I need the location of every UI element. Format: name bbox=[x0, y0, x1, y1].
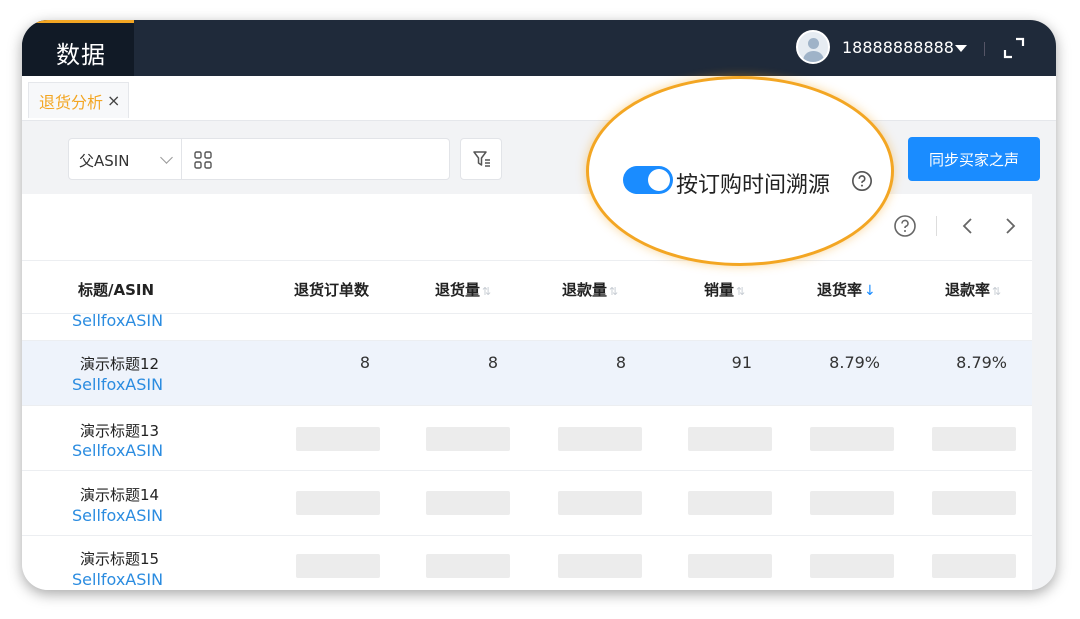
chevron-down-icon bbox=[160, 151, 173, 164]
header-label: 退货量 bbox=[435, 281, 481, 299]
user-phone[interactable]: 18888888888 bbox=[842, 38, 954, 57]
asin-link[interactable]: SellfoxASIN bbox=[72, 311, 163, 330]
loading-placeholder bbox=[296, 554, 380, 578]
close-icon[interactable]: × bbox=[107, 91, 120, 110]
logo-area[interactable]: 数据 bbox=[22, 20, 134, 76]
loading-placeholder bbox=[810, 427, 894, 451]
avatar[interactable] bbox=[796, 30, 830, 64]
search-input[interactable] bbox=[181, 138, 450, 180]
header-label: 退款量 bbox=[562, 281, 608, 299]
product-title: 演示标题12 bbox=[80, 355, 160, 373]
table-row[interactable]: 演示标题14 SellfoxASIN bbox=[22, 471, 1032, 536]
trace-by-order-time-toggle[interactable] bbox=[623, 166, 673, 194]
chevron-right-icon[interactable] bbox=[998, 214, 1022, 238]
avatar-body-shape bbox=[803, 51, 824, 62]
fullscreen-icon[interactable] bbox=[1002, 36, 1026, 60]
loading-placeholder bbox=[426, 554, 510, 578]
loading-placeholder bbox=[426, 427, 510, 451]
loading-placeholder bbox=[296, 491, 380, 515]
header-return-orders: 退货订单数 bbox=[294, 281, 370, 299]
cell-refund-rate: 8.79% bbox=[956, 353, 1007, 372]
header-return-rate[interactable]: 退货率 ↓ bbox=[817, 279, 876, 300]
asin-link[interactable]: SellfoxASIN bbox=[72, 506, 163, 525]
cell-return-orders: 8 bbox=[359, 353, 370, 372]
divider bbox=[984, 42, 985, 56]
caret-down-icon[interactable] bbox=[955, 45, 967, 52]
sort-icon: ⇅ bbox=[736, 285, 746, 298]
table-panel: 标题/ASIN 退货订单数 退货量 ⇅ 退款量 ⇅ 销量 ⇅ 退货率 ↓ 退款率 ⇅ Se… bbox=[22, 194, 1032, 590]
loading-placeholder bbox=[558, 491, 642, 515]
tab-label: 退货分析 bbox=[39, 92, 104, 112]
filter-button[interactable] bbox=[460, 138, 502, 180]
filter-icon bbox=[473, 151, 490, 167]
chevron-left-icon[interactable] bbox=[956, 214, 980, 238]
loading-placeholder bbox=[932, 491, 1016, 515]
header-label: 销量 bbox=[704, 281, 735, 299]
cell-return-qty: 8 bbox=[487, 353, 498, 372]
table-header: 标题/ASIN 退货订单数 退货量 ⇅ 退款量 ⇅ 销量 ⇅ 退货率 ↓ 退款率 ⇅ bbox=[22, 261, 1032, 314]
loading-placeholder bbox=[810, 491, 894, 515]
loading-placeholder bbox=[810, 554, 894, 578]
header-label: 退款率 bbox=[945, 281, 991, 299]
top-bar: 数据 18888888888 bbox=[22, 20, 1056, 76]
sort-icon: ⇅ bbox=[992, 285, 1002, 298]
table-row[interactable]: 演示标题15 SellfoxASIN bbox=[22, 536, 1032, 590]
asin-link[interactable]: SellfoxASIN bbox=[72, 570, 163, 589]
help-icon[interactable] bbox=[893, 214, 917, 238]
loading-placeholder bbox=[688, 491, 772, 515]
loading-placeholder bbox=[932, 554, 1016, 578]
sort-icon: ⇅ bbox=[482, 285, 492, 298]
loading-placeholder bbox=[932, 427, 1016, 451]
select-value: 父ASIN bbox=[79, 152, 130, 170]
header-label: 退货率 bbox=[817, 281, 863, 299]
table-row[interactable]: SellfoxASIN bbox=[22, 311, 1032, 341]
header-sales[interactable]: 销量 ⇅ bbox=[704, 279, 745, 300]
toggle-label: 按订购时间溯源 bbox=[676, 173, 831, 198]
tab-bar: 退货分析 × bbox=[22, 76, 1056, 121]
header-title-asin: 标题/ASIN bbox=[78, 281, 155, 299]
loading-placeholder bbox=[426, 491, 510, 515]
cell-refund-qty: 8 bbox=[615, 353, 626, 372]
product-title: 演示标题13 bbox=[80, 422, 160, 440]
cell-return-rate: 8.79% bbox=[829, 353, 880, 372]
product-title: 演示标题14 bbox=[80, 486, 160, 504]
filter-row: 父ASIN 同步买家之声 bbox=[22, 121, 1056, 193]
grid-icon[interactable] bbox=[194, 151, 212, 169]
loading-placeholder bbox=[558, 554, 642, 578]
product-title: 演示标题15 bbox=[80, 550, 160, 568]
loading-placeholder bbox=[558, 427, 642, 451]
app-window: 数据 18888888888 退货分析 × 父ASIN 同步买家之声 标题/AS… bbox=[22, 20, 1056, 590]
help-icon[interactable] bbox=[851, 170, 873, 192]
avatar-head-shape bbox=[808, 38, 819, 49]
header-refund-rate[interactable]: 退款率 ⇅ bbox=[945, 279, 1001, 300]
sort-icon: ⇅ bbox=[609, 285, 619, 298]
cell-sales: 91 bbox=[731, 353, 752, 372]
divider bbox=[936, 216, 937, 236]
header-refund-qty[interactable]: 退款量 ⇅ bbox=[562, 279, 618, 300]
toggle-knob bbox=[648, 169, 670, 191]
sort-desc-icon: ↓ bbox=[864, 283, 876, 299]
asin-link[interactable]: SellfoxASIN bbox=[72, 441, 163, 460]
loading-placeholder bbox=[296, 427, 380, 451]
logo-text: 数据 bbox=[56, 41, 106, 69]
asin-link[interactable]: SellfoxASIN bbox=[72, 375, 163, 394]
table-row[interactable]: 演示标题12 SellfoxASIN 8 8 8 91 8.79% 8.79% bbox=[22, 341, 1032, 406]
tab-return-analysis[interactable]: 退货分析 × bbox=[28, 82, 130, 118]
asin-type-select[interactable]: 父ASIN bbox=[68, 138, 182, 180]
sync-buyer-voice-button[interactable]: 同步买家之声 bbox=[908, 137, 1040, 181]
table-row[interactable]: 演示标题13 SellfoxASIN bbox=[22, 406, 1032, 471]
loading-placeholder bbox=[688, 554, 772, 578]
header-return-qty[interactable]: 退货量 ⇅ bbox=[435, 279, 491, 300]
loading-placeholder bbox=[688, 427, 772, 451]
